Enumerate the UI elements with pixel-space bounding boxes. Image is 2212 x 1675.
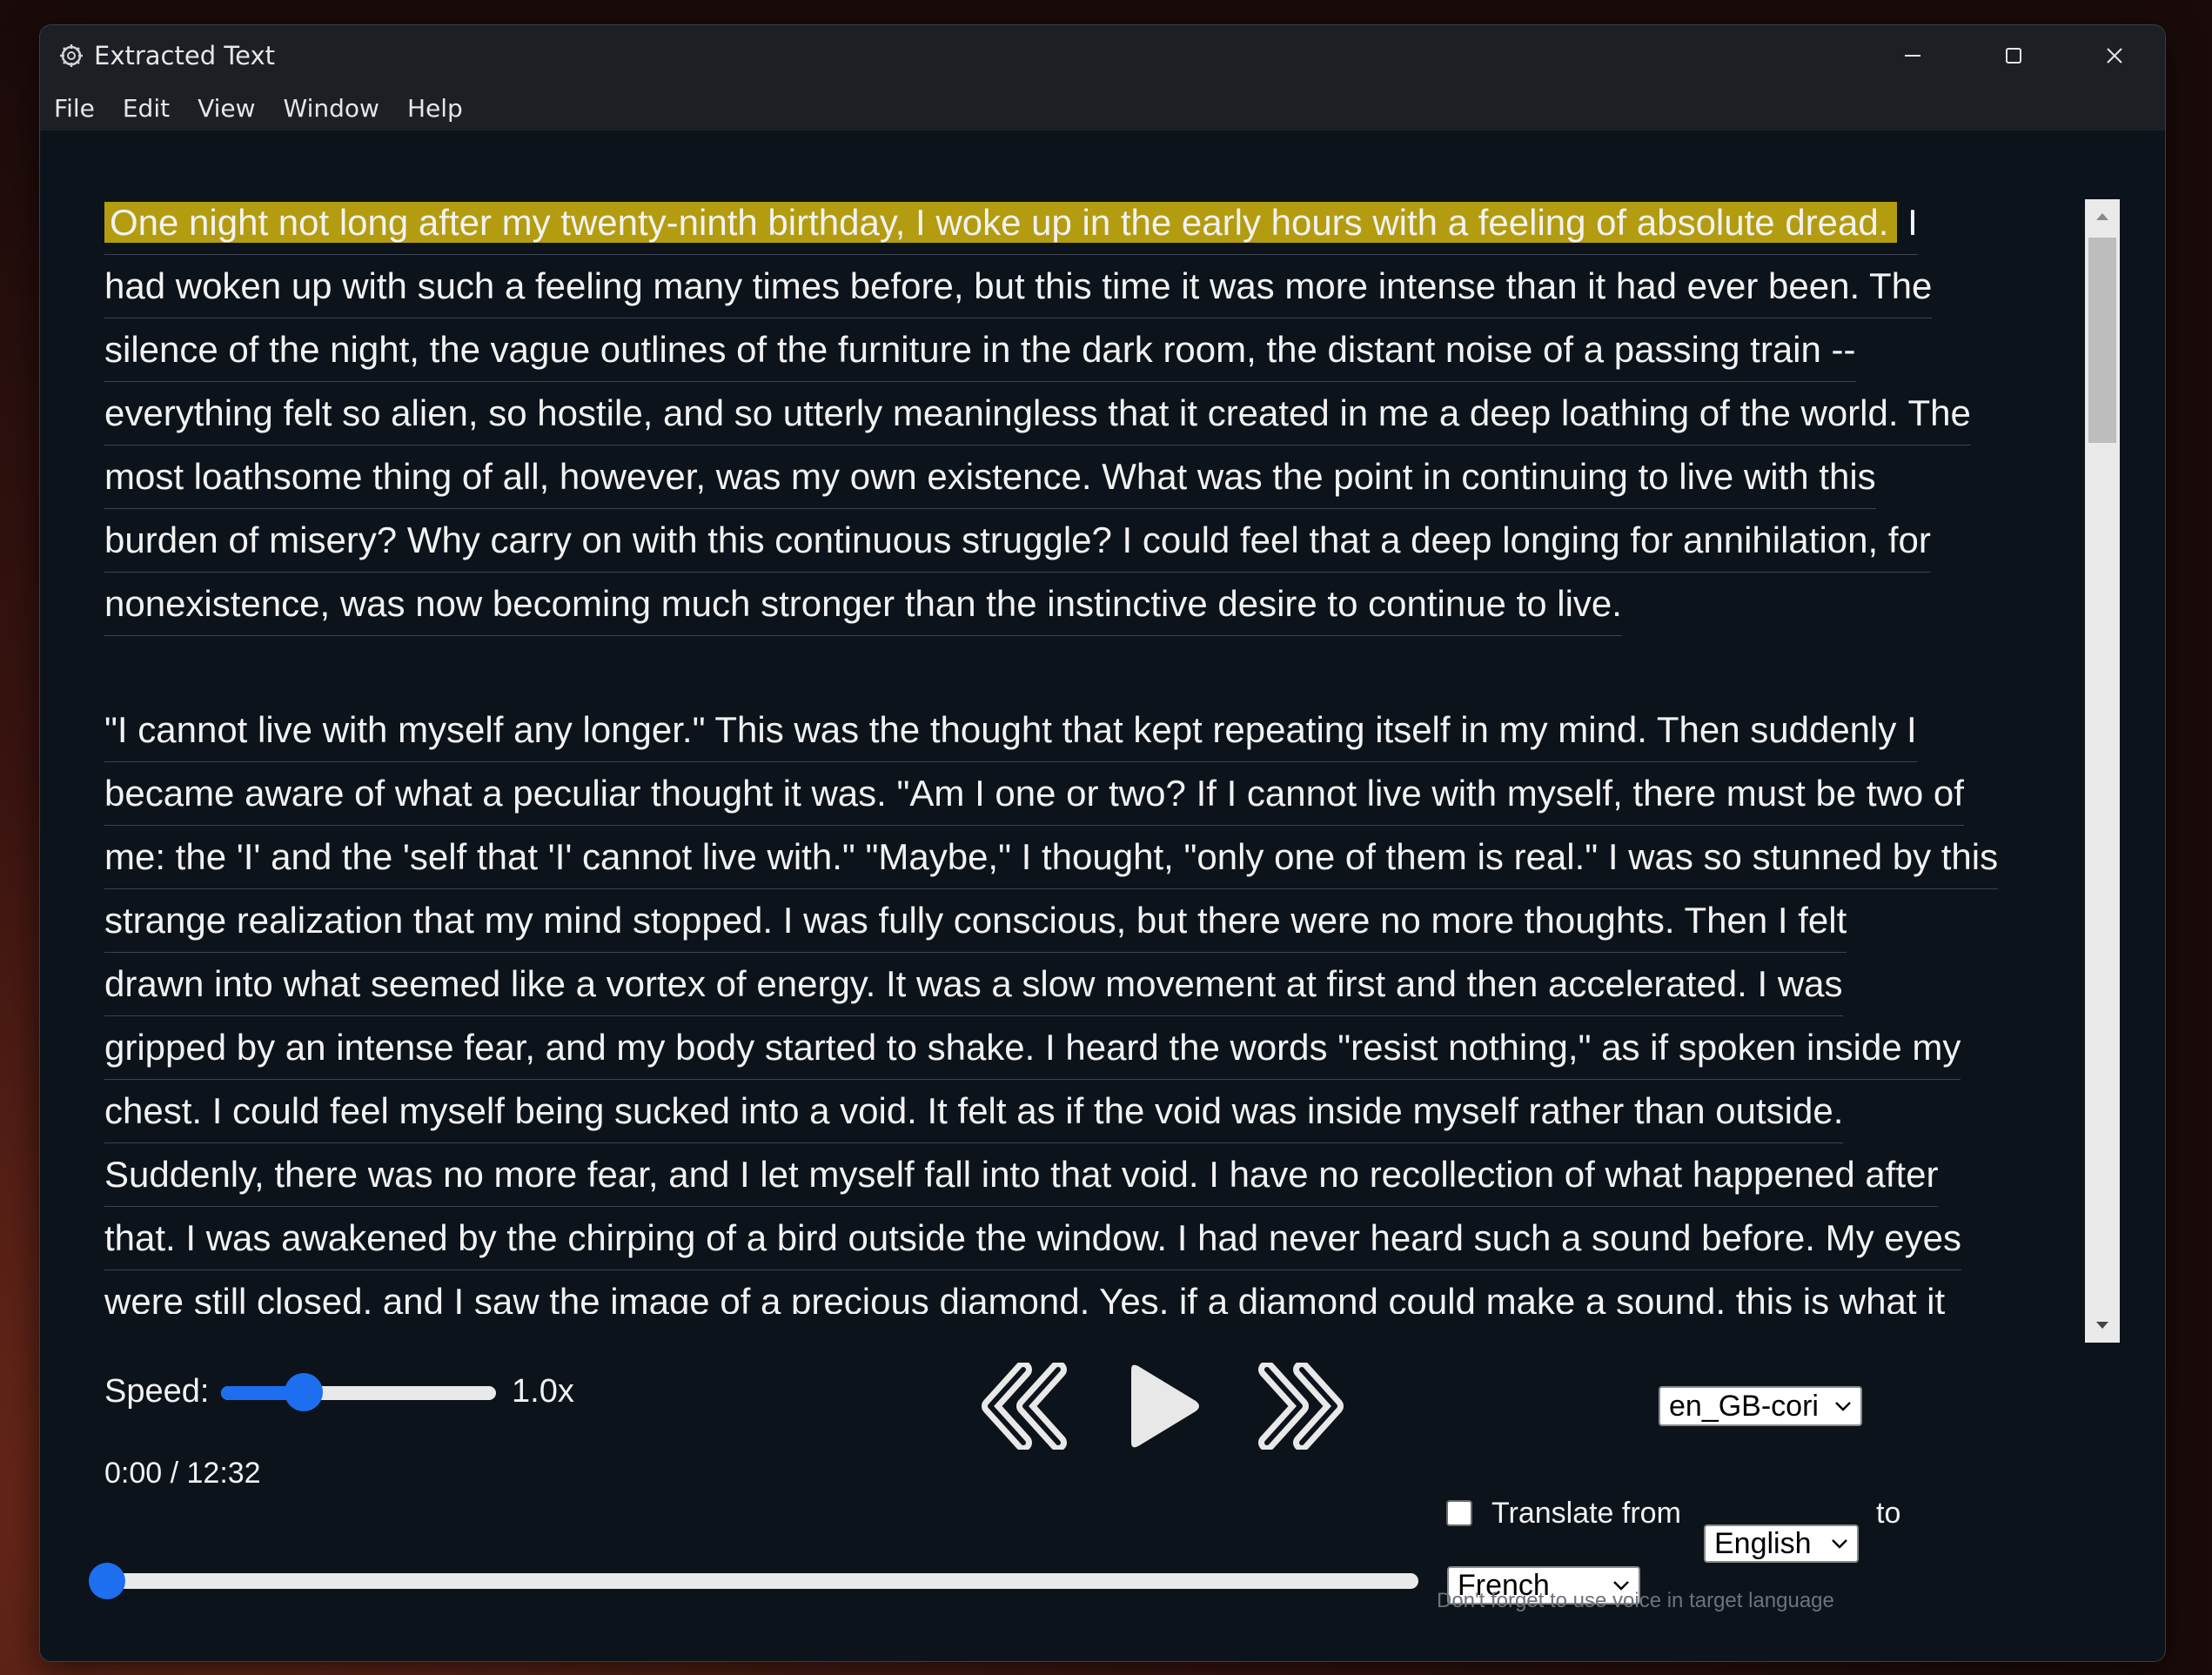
menu-help[interactable]: Help [407,94,463,123]
chevron-down-icon [1832,1539,1847,1549]
transport-controls [945,1349,1344,1453]
highlighted-sentence: One night not long after my twenty-ninth… [104,202,1898,243]
text-line: gripped by an intense fear, and my body … [104,1016,1961,1080]
title-bar: Extracted Text [40,25,2165,85]
text-line: Suddenly, there was no more fear, and I … [104,1143,1939,1207]
chevron-down-icon [1835,1402,1851,1411]
scroll-down-icon[interactable] [2085,1308,2120,1343]
menu-edit[interactable]: Edit [123,94,170,123]
menu-bar: File Edit View Window Help [40,85,2165,131]
close-icon [2107,47,2122,64]
text-line: drawn into what seemed like a vortex of … [104,953,1843,1016]
window-controls [1862,25,2165,85]
menu-view[interactable]: View [198,94,255,123]
maximize-icon [2006,47,2021,64]
minimize-icon [1905,54,1920,57]
extracted-text-area[interactable]: One night not long after my twenty-ninth… [104,191,2120,1314]
text-line: chest. I could feel myself being sucked … [104,1080,1844,1143]
speed-value: 1.0x [512,1373,574,1410]
rewind-icon[interactable] [980,1363,1076,1450]
text-line: had woken up with such a feeling many ti… [104,255,1933,318]
to-label: to [1876,1497,1901,1530]
playback-progress-bar[interactable] [104,1573,1418,1589]
play-icon[interactable] [1119,1361,1206,1451]
text-line: silence of the night, the vague outlines… [104,318,1856,382]
text-line: One night not long after my twenty-ninth… [104,191,1918,255]
text-line: that. I was awakened by the chirping of … [104,1207,1961,1270]
from-language-select[interactable]: English [1704,1524,1859,1563]
text-line: me: the 'I' and the 'self that 'I' canno… [104,826,1999,889]
maximize-button[interactable] [1963,25,2064,85]
menu-file[interactable]: File [54,94,95,123]
app-window: Extracted Text File Edit View Window Hel… [39,24,2166,1662]
translate-checkbox[interactable] [1446,1500,1472,1526]
text-line: strange realization that my mind stopped… [104,889,1847,953]
translate-label: Translate from [1491,1497,1681,1530]
fast-forward-icon[interactable] [1250,1363,1345,1450]
gear-app-icon [57,42,85,70]
window-title: Extracted Text [94,40,275,70]
menu-window[interactable]: Window [284,94,379,123]
translate-hint: Don't forget to use voice in target lang… [1437,1589,1834,1612]
text-scrollbar[interactable] [2085,199,2120,1343]
main-content: One night not long after my twenty-ninth… [40,131,2165,1661]
text-line: most loathsome thing of all, however, wa… [104,446,1876,509]
voice-select[interactable]: en_GB-cori [1659,1386,1862,1426]
speed-label: Speed: [104,1373,210,1410]
scroll-thumb[interactable] [2088,238,2116,443]
speed-slider-thumb[interactable] [285,1373,324,1411]
text-line: were still closed, and I saw the image o… [104,1270,1945,1314]
voice-select-value: en_GB-cori [1669,1389,1819,1423]
text-line: everything felt so alien, so hostile, an… [104,382,1971,446]
text-line: "I cannot live with myself any longer." … [104,699,1917,762]
speed-slider[interactable] [221,1386,496,1400]
minimize-button[interactable] [1862,25,1963,85]
playback-progress-thumb[interactable] [89,1563,125,1599]
from-language-value: English [1714,1526,1812,1560]
text-line: burden of misery? Why carry on with this… [104,509,1931,573]
text-line: nonexistence, was now becoming much stro… [104,573,1622,636]
text-line-tail: I [1897,202,1918,243]
time-display: 0:00 / 12:32 [104,1457,261,1490]
close-button[interactable] [2064,25,2165,85]
text-line: became aware of what a peculiar thought … [104,762,1964,826]
scroll-up-icon[interactable] [2085,199,2120,234]
